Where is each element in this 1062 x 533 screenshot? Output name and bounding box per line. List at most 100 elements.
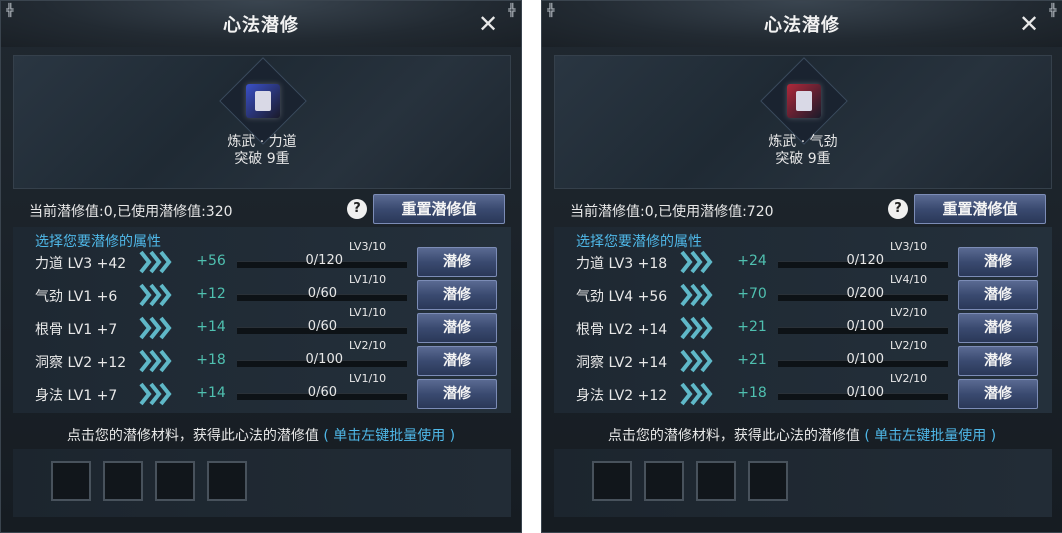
material-slot[interactable] bbox=[103, 461, 143, 501]
skill-name: 炼武 · 气劲 bbox=[768, 134, 838, 150]
cultivate-button[interactable]: 潜修 bbox=[417, 280, 497, 310]
attribute-row: 身法 LV1 +7 +14 0/60 LV1/10 潜修 bbox=[1, 372, 521, 409]
material-hint-text: 点击您的潜修材料，获得此心法的潜修值 bbox=[607, 428, 860, 444]
skill-rank: 突破 9重 bbox=[234, 151, 290, 167]
triple-chevron-icon bbox=[680, 283, 713, 307]
skill-name: 炼武 · 力道 bbox=[227, 134, 297, 150]
attribute-gain: +18 bbox=[196, 352, 226, 368]
triple-chevron-icon bbox=[680, 250, 713, 274]
triple-chevron-icon bbox=[680, 349, 713, 373]
level-label: LV2/10 bbox=[890, 306, 928, 319]
close-icon[interactable]: ✕ bbox=[1016, 11, 1042, 37]
attribute-name: 根骨 LV2 +14 bbox=[576, 322, 668, 338]
triple-chevron-icon bbox=[139, 349, 172, 373]
cultivation-status: 当前潜修值:0,已使用潜修值:720 bbox=[570, 204, 774, 220]
cultivate-button[interactable]: 潜修 bbox=[417, 313, 497, 343]
attribute-name: 气劲 LV1 +6 bbox=[35, 289, 118, 305]
level-label: LV1/10 bbox=[349, 273, 387, 286]
material-hint: 点击您的潜修材料，获得此心法的潜修值 ( 单击左键批量使用 ) bbox=[542, 425, 1062, 445]
attribute-gain: +14 bbox=[196, 385, 226, 401]
attribute-name: 根骨 LV1 +7 bbox=[35, 322, 118, 338]
material-slot[interactable] bbox=[51, 461, 91, 501]
cultivate-button[interactable]: 潜修 bbox=[958, 247, 1038, 277]
help-icon[interactable]: ? bbox=[888, 199, 908, 219]
triple-chevron-icon bbox=[680, 316, 713, 340]
attribute-gain: +21 bbox=[737, 319, 767, 335]
panel-title: 心法潜修 bbox=[223, 15, 299, 36]
title-bar: ╬ ╬ 心法潜修 ✕ bbox=[542, 1, 1062, 47]
triple-chevron-icon bbox=[139, 316, 172, 340]
attribute-row: 洞察 LV2 +12 +18 0/100 LV2/10 潜修 bbox=[1, 339, 521, 376]
material-slot[interactable] bbox=[696, 461, 736, 501]
material-slot[interactable] bbox=[155, 461, 195, 501]
cultivate-button[interactable]: 潜修 bbox=[958, 379, 1038, 409]
material-slot[interactable] bbox=[592, 461, 632, 501]
attribute-gain: +14 bbox=[196, 319, 226, 335]
skill-book-icon bbox=[787, 84, 821, 118]
reset-cultivation-button[interactable]: 重置潜修值 bbox=[373, 194, 505, 224]
level-label: LV1/10 bbox=[349, 372, 387, 385]
attribute-gain: +24 bbox=[737, 253, 767, 269]
skill-header: 炼武 · 气劲 突破 9重 bbox=[554, 55, 1052, 189]
attribute-row: 力道 LV3 +18 +24 0/120 LV3/10 潜修 bbox=[542, 240, 1062, 277]
progress-text: 0/60 bbox=[307, 385, 337, 400]
attribute-row: 身法 LV2 +12 +18 0/100 LV2/10 潜修 bbox=[542, 372, 1062, 409]
attribute-name: 力道 LV3 +18 bbox=[576, 256, 668, 272]
level-label: LV2/10 bbox=[890, 339, 928, 352]
level-label: LV3/10 bbox=[890, 240, 928, 253]
cultivation-panel-right: ╬ ╬ 心法潜修 ✕ 炼武 · 气劲 突破 9重 当前潜修值:0,已使用潜修值:… bbox=[541, 0, 1062, 533]
attribute-gain: +56 bbox=[196, 253, 226, 269]
progress-text: 0/60 bbox=[307, 319, 337, 334]
attribute-name: 力道 LV3 +42 bbox=[35, 256, 127, 272]
reset-cultivation-button[interactable]: 重置潜修值 bbox=[914, 194, 1046, 224]
triple-chevron-icon bbox=[139, 250, 172, 274]
triple-chevron-icon bbox=[680, 382, 713, 406]
attribute-row: 洞察 LV2 +14 +21 0/100 LV2/10 潜修 bbox=[542, 339, 1062, 376]
attribute-row: 气劲 LV1 +6 +12 0/60 LV1/10 潜修 bbox=[1, 273, 521, 310]
progress-text: 0/100 bbox=[846, 385, 884, 400]
cultivation-panel-left: ╬ ╬ 心法潜修 ✕ 炼武 · 力道 突破 9重 当前潜修值:0,已使用潜修值:… bbox=[0, 0, 522, 533]
progress-text: 0/100 bbox=[846, 352, 884, 367]
skill-label: 炼武 · 力道 突破 9重 bbox=[14, 134, 510, 168]
help-icon[interactable]: ? bbox=[347, 199, 367, 219]
batch-use-hint: ( 单击左键批量使用 ) bbox=[323, 428, 456, 444]
cultivate-button[interactable]: 潜修 bbox=[958, 313, 1038, 343]
cultivate-button[interactable]: 潜修 bbox=[958, 280, 1038, 310]
attribute-name: 气劲 LV4 +56 bbox=[576, 289, 668, 305]
cultivate-button[interactable]: 潜修 bbox=[958, 346, 1038, 376]
attribute-gain: +12 bbox=[196, 286, 226, 302]
skill-book-icon bbox=[246, 84, 280, 118]
progress-text: 0/200 bbox=[846, 286, 884, 301]
progress-text: 0/100 bbox=[305, 352, 343, 367]
progress-text: 0/120 bbox=[305, 253, 343, 268]
skill-header: 炼武 · 力道 突破 9重 bbox=[13, 55, 511, 189]
level-label: LV3/10 bbox=[349, 240, 387, 253]
close-icon[interactable]: ✕ bbox=[475, 11, 501, 37]
progress-text: 0/120 bbox=[846, 253, 884, 268]
attribute-row: 根骨 LV2 +14 +21 0/100 LV2/10 潜修 bbox=[542, 306, 1062, 343]
level-label: LV2/10 bbox=[890, 372, 928, 385]
attribute-gain: +18 bbox=[737, 385, 767, 401]
skill-label: 炼武 · 气劲 突破 9重 bbox=[555, 134, 1051, 168]
level-label: LV2/10 bbox=[349, 339, 387, 352]
panel-title: 心法潜修 bbox=[764, 15, 840, 36]
skill-rank: 突破 9重 bbox=[775, 151, 831, 167]
title-bar: ╬ ╬ 心法潜修 ✕ bbox=[1, 1, 521, 47]
attribute-name: 身法 LV1 +7 bbox=[35, 388, 118, 404]
attribute-row: 力道 LV3 +42 +56 0/120 LV3/10 潜修 bbox=[1, 240, 521, 277]
material-hint: 点击您的潜修材料，获得此心法的潜修值 ( 单击左键批量使用 ) bbox=[1, 425, 521, 445]
material-slot[interactable] bbox=[748, 461, 788, 501]
cultivate-button[interactable]: 潜修 bbox=[417, 247, 497, 277]
attribute-row: 气劲 LV4 +56 +70 0/200 LV4/10 潜修 bbox=[542, 273, 1062, 310]
cultivate-button[interactable]: 潜修 bbox=[417, 379, 497, 409]
level-label: LV1/10 bbox=[349, 306, 387, 319]
cultivate-button[interactable]: 潜修 bbox=[417, 346, 497, 376]
triple-chevron-icon bbox=[139, 283, 172, 307]
material-hint-text: 点击您的潜修材料，获得此心法的潜修值 bbox=[66, 428, 319, 444]
progress-text: 0/60 bbox=[307, 286, 337, 301]
material-slot[interactable] bbox=[207, 461, 247, 501]
attribute-name: 洞察 LV2 +14 bbox=[576, 355, 668, 371]
attribute-gain: +70 bbox=[737, 286, 767, 302]
material-slot[interactable] bbox=[644, 461, 684, 501]
level-label: LV4/10 bbox=[890, 273, 928, 286]
